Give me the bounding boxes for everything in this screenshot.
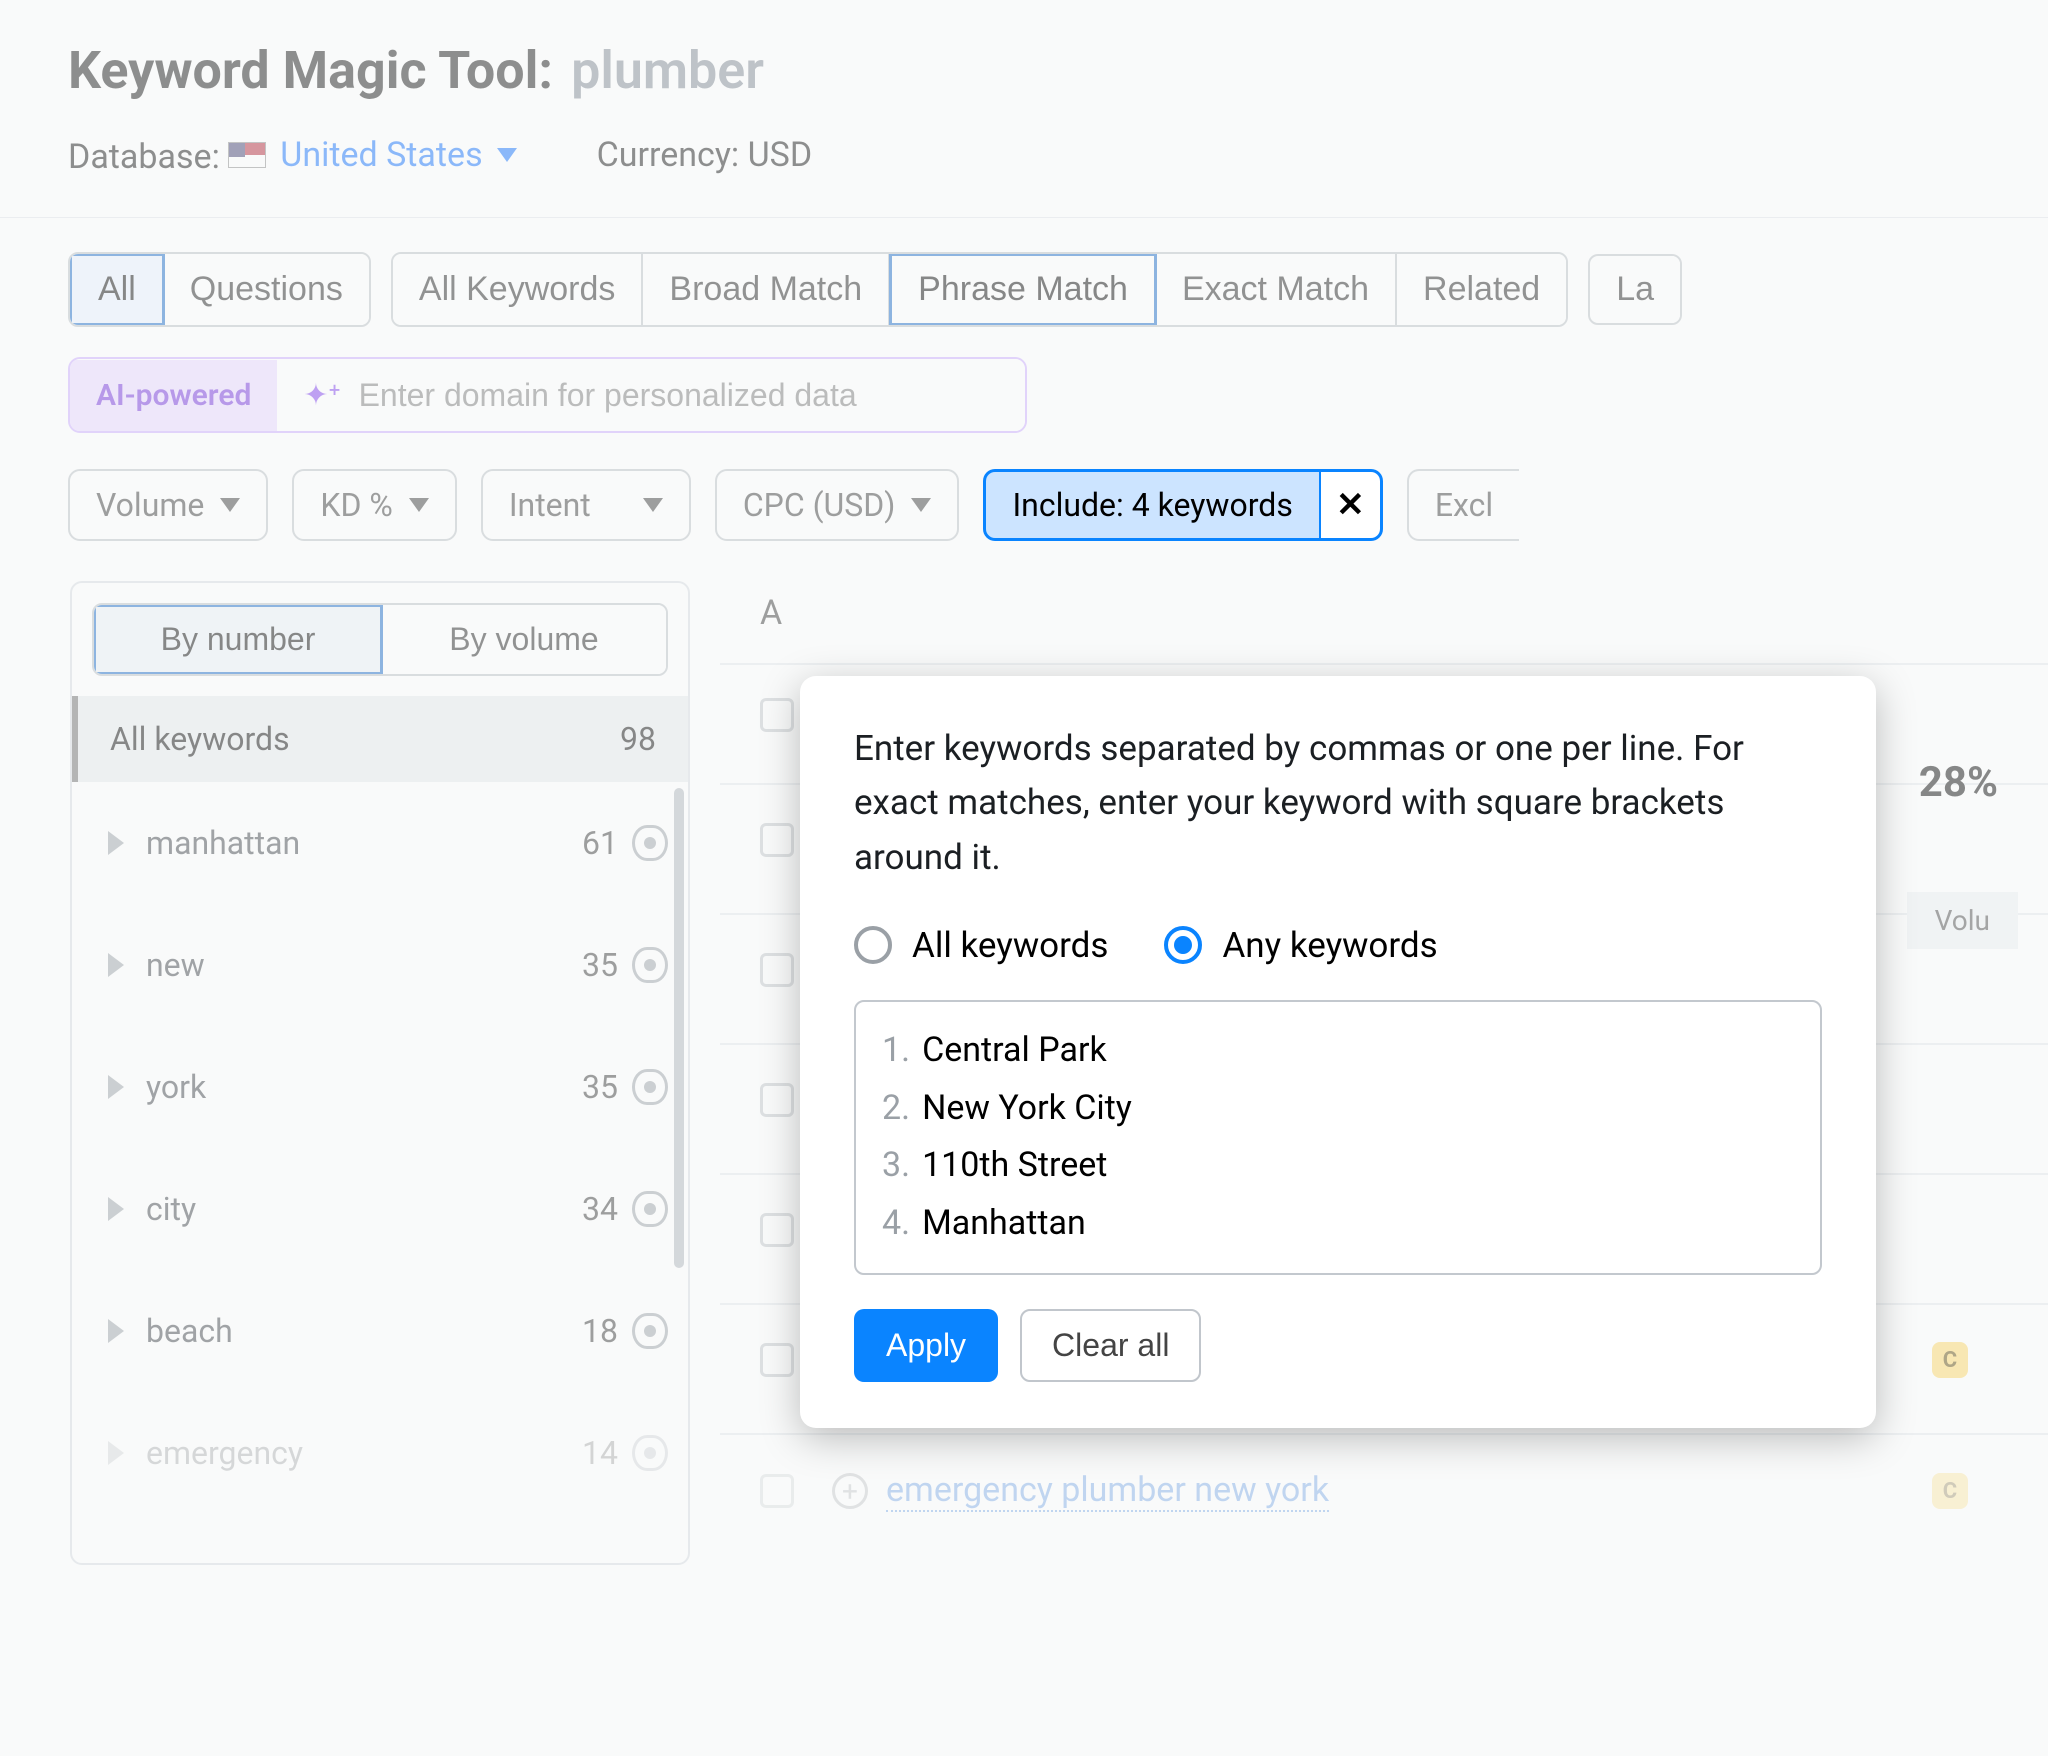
- sidebar-item-city[interactable]: city34: [72, 1148, 688, 1270]
- apply-button[interactable]: Apply: [854, 1309, 998, 1382]
- intent-badge: C: [1932, 1473, 1968, 1509]
- column-volume-partial: Volu: [1907, 892, 2018, 949]
- filter-kd[interactable]: KD %: [292, 469, 456, 541]
- sidebar-group-list: manhattan61 new35 york35 city34 beach18 …: [72, 782, 688, 1514]
- tool-name-label: Keyword Magic Tool:: [68, 40, 553, 101]
- sidebar-all-label: All keywords: [110, 720, 290, 758]
- sparkle-icon: ✦⁺: [303, 378, 340, 413]
- radio-all-keywords[interactable]: All keywords: [854, 925, 1108, 966]
- database-value: United States: [280, 135, 482, 175]
- filter-include-active: Include: 4 keywords ✕: [983, 469, 1382, 541]
- eye-icon[interactable]: [632, 1435, 668, 1471]
- plus-icon[interactable]: +: [832, 1473, 868, 1509]
- ai-powered-badge: AI-powered: [70, 360, 277, 431]
- chevron-right-icon: [108, 1197, 124, 1221]
- tab-broad-match[interactable]: Broad Match: [643, 254, 890, 325]
- currency-label: Currency: USD: [597, 135, 813, 177]
- select-all-checkbox[interactable]: [760, 698, 794, 732]
- sidebar-all-keywords-row[interactable]: All keywords 98: [72, 696, 688, 782]
- flag-us-icon: [228, 142, 266, 168]
- database-selector[interactable]: Database: United States: [68, 135, 517, 177]
- radio-icon: [1164, 926, 1202, 964]
- page-title: Keyword Magic Tool: plumber: [68, 40, 1980, 101]
- domain-input[interactable]: [359, 377, 999, 414]
- filters-row: Volume KD % Intent CPC (USD) Include: 4 …: [0, 433, 2048, 541]
- sort-by-volume[interactable]: By volume: [382, 605, 666, 674]
- filter-volume[interactable]: Volume: [68, 469, 268, 541]
- chevron-down-icon: [643, 498, 663, 512]
- chevron-right-icon: [108, 831, 124, 855]
- eye-icon[interactable]: [632, 825, 668, 861]
- tab-questions[interactable]: Questions: [164, 254, 369, 325]
- chevron-right-icon: [108, 1075, 124, 1099]
- sidebar-item-beach[interactable]: beach18: [72, 1270, 688, 1392]
- sidebar-item-york[interactable]: york35: [72, 1026, 688, 1148]
- eye-icon[interactable]: [632, 1313, 668, 1349]
- filter-cpc[interactable]: CPC (USD): [715, 469, 960, 541]
- match-type-tabs: All Questions All Keywords Broad Match P…: [0, 218, 2048, 327]
- intent-badge: C: [1932, 1342, 1968, 1378]
- include-clear-button[interactable]: ✕: [1319, 469, 1383, 541]
- eye-icon[interactable]: [632, 947, 668, 983]
- include-keywords-textarea[interactable]: 1.Central Park 2.New York City 3.110th S…: [854, 1000, 1822, 1275]
- sidebar-scrollbar[interactable]: [674, 788, 684, 1268]
- metric-value-partial: 28%: [1919, 758, 1998, 807]
- radio-any-keywords[interactable]: Any keywords: [1164, 925, 1437, 966]
- keyword-link[interactable]: emergency plumber new york: [886, 1470, 1329, 1512]
- keyword-groups-sidebar: By number By volume All keywords 98 manh…: [70, 581, 690, 1565]
- eye-icon[interactable]: [632, 1069, 668, 1105]
- sidebar-item-new[interactable]: new35: [72, 904, 688, 1026]
- tab-group-scope: All Questions: [68, 252, 371, 327]
- results-header-partial: A: [760, 593, 782, 633]
- tab-all-keywords[interactable]: All Keywords: [393, 254, 644, 325]
- tab-all[interactable]: All: [69, 253, 165, 326]
- row-checkbox[interactable]: [760, 823, 794, 857]
- tab-group-cutoff: La: [1588, 254, 1682, 325]
- popover-mode-radios: All keywords Any keywords: [854, 925, 1822, 966]
- sidebar-all-count: 98: [620, 720, 656, 758]
- chevron-down-icon: [497, 148, 517, 162]
- chevron-right-icon: [108, 1441, 124, 1465]
- filter-exclude-partial[interactable]: Excl: [1407, 469, 1519, 541]
- filter-intent[interactable]: Intent: [481, 469, 691, 541]
- chevron-down-icon: [911, 498, 931, 512]
- include-keywords-popover: Enter keywords separated by commas or on…: [800, 676, 1876, 1428]
- ai-domain-box: AI-powered ✦⁺: [68, 357, 1027, 433]
- app-root: Keyword Magic Tool: plumber Database: Un…: [0, 0, 2048, 1756]
- radio-icon: [854, 926, 892, 964]
- clear-all-button[interactable]: Clear all: [1020, 1309, 1201, 1382]
- chevron-right-icon: [108, 1319, 124, 1343]
- row-checkbox[interactable]: [760, 1213, 794, 1247]
- tab-group-match: All Keywords Broad Match Phrase Match Ex…: [391, 252, 1568, 327]
- row-checkbox[interactable]: [760, 953, 794, 987]
- sidebar-item-manhattan[interactable]: manhattan61: [72, 782, 688, 904]
- sidebar-sort-toggle: By number By volume: [92, 603, 668, 676]
- database-label: Database:: [68, 137, 220, 177]
- tab-partial[interactable]: La: [1590, 256, 1680, 323]
- sort-by-number[interactable]: By number: [93, 604, 383, 675]
- chevron-right-icon: [108, 953, 124, 977]
- row-checkbox[interactable]: [760, 1083, 794, 1117]
- row-checkbox[interactable]: [760, 1474, 794, 1508]
- tab-related[interactable]: Related: [1397, 254, 1566, 325]
- popover-instructions: Enter keywords separated by commas or on…: [854, 722, 1822, 885]
- include-keywords-pill[interactable]: Include: 4 keywords: [983, 469, 1318, 541]
- chevron-down-icon: [220, 498, 240, 512]
- tab-exact-match[interactable]: Exact Match: [1156, 254, 1397, 325]
- chevron-down-icon: [409, 498, 429, 512]
- eye-icon[interactable]: [632, 1191, 668, 1227]
- row-checkbox[interactable]: [760, 1343, 794, 1377]
- tab-phrase-match[interactable]: Phrase Match: [889, 253, 1157, 326]
- page-header: Keyword Magic Tool: plumber Database: Un…: [0, 0, 2048, 218]
- tool-query-value: plumber: [571, 40, 764, 101]
- sidebar-item-emergency[interactable]: emergency14: [72, 1392, 688, 1514]
